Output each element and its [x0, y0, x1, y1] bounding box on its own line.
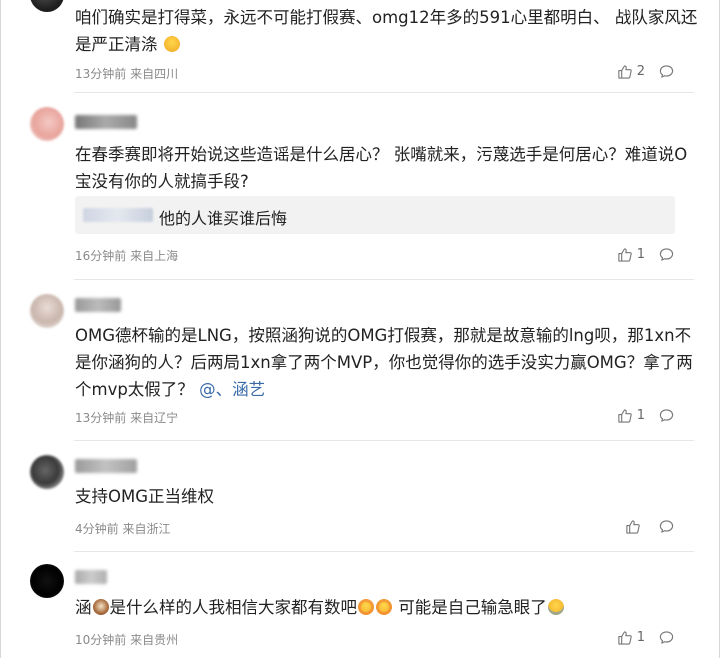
like-count: 1 [636, 247, 645, 262]
like-count: 1 [636, 408, 645, 423]
comment-item: 咱们确实是打得菜，永远不可能打假赛、omg12年多的591心里都明白、 战队家风… [0, 0, 720, 92]
username-blurred[interactable] [75, 115, 137, 129]
comment-text: OMG德杯输的是LNG，按照涵狗说的OMG打假赛，那就是故意输的lng呗，那1x… [75, 326, 693, 399]
comment-feed: 咱们确实是打得菜，永远不可能打假赛、omg12年多的591心里都明白、 战队家风… [0, 0, 720, 658]
like-count: 1 [636, 630, 645, 645]
dog-emoji-icon [92, 599, 109, 615]
like-button[interactable]: 1 [617, 247, 645, 262]
comment-actions: 2 [617, 64, 674, 79]
comment-item: 支持OMG正当维权 4分钟前 来自浙江 [0, 441, 720, 551]
quoted-text: 他的人谁买谁后悔 [159, 209, 288, 228]
comment-text: 在春季赛即将开始说这些造谣是什么居心？ 张嘴就来，污蔑选手是何居心？难道说O宝没… [75, 145, 688, 191]
heart-eyes-emoji-icon [358, 599, 374, 615]
username-blurred[interactable] [75, 570, 107, 584]
comment-actions [625, 519, 674, 534]
thumbs-up-icon [617, 64, 632, 79]
comment-bubble-icon[interactable] [659, 630, 674, 645]
comment-bubble-icon[interactable] [659, 247, 674, 262]
comment-text: 支持OMG正当维权 [75, 487, 215, 506]
comment-meta: 10分钟前 来自贵州 [75, 633, 179, 647]
like-button[interactable]: 1 [617, 408, 645, 423]
avatar[interactable] [30, 564, 64, 598]
quoted-username-blurred [83, 208, 153, 222]
comment-item: 在春季赛即将开始说这些造谣是什么居心？ 张嘴就来，污蔑选手是何居心？难道说O宝没… [0, 93, 720, 279]
comment-item: OMG德杯输的是LNG，按照涵狗说的OMG打假赛，那就是故意输的lng呗，那1x… [0, 280, 720, 440]
username-blurred[interactable] [75, 459, 137, 473]
like-count: 2 [636, 64, 645, 79]
comment-item: 涵是什么样的人我相信大家都有数吧 可能是自己输急眼了 10分钟前 来自贵州 1 [0, 552, 720, 658]
thumbs-up-icon [617, 247, 632, 262]
thumbs-up-icon [625, 519, 640, 534]
like-button[interactable]: 1 [617, 630, 645, 645]
comment-text: 咱们确实是打得菜，永远不可能打假赛、omg12年多的591心里都明白、 战队家风… [75, 8, 698, 54]
avatar[interactable] [30, 294, 64, 328]
like-button[interactable] [625, 519, 645, 534]
comment-bubble-icon[interactable] [659, 519, 674, 534]
avatar[interactable] [30, 0, 64, 12]
comment-meta: 4分钟前 来自浙江 [75, 522, 171, 536]
thumbs-up-icon [617, 408, 632, 423]
avatar[interactable] [30, 107, 64, 141]
comment-meta: 16分钟前 来自上海 [75, 249, 179, 263]
comment-meta: 13分钟前 来自四川 [75, 67, 179, 81]
comment-actions: 1 [617, 247, 674, 262]
comment-actions: 1 [617, 630, 674, 645]
quoted-reply: 他的人谁买谁后悔 [75, 196, 675, 234]
emoji-face-icon [163, 36, 180, 52]
heart-eyes-emoji-icon [376, 599, 392, 615]
comment-meta: 13分钟前 来自辽宁 [75, 411, 179, 425]
comment-bubble-icon[interactable] [659, 408, 674, 423]
comment-actions: 1 [617, 408, 674, 423]
thumbs-up-icon [617, 630, 632, 645]
comment-text: 涵是什么样的人我相信大家都有数吧 可能是自己输急眼了 [75, 594, 700, 621]
mention-link[interactable]: @、涵艺 [199, 380, 265, 399]
username-blurred[interactable] [75, 298, 121, 312]
comment-bubble-icon[interactable] [659, 64, 674, 79]
crying-laughing-emoji-icon [547, 599, 564, 615]
avatar[interactable] [30, 455, 64, 489]
like-button[interactable]: 2 [617, 64, 645, 79]
